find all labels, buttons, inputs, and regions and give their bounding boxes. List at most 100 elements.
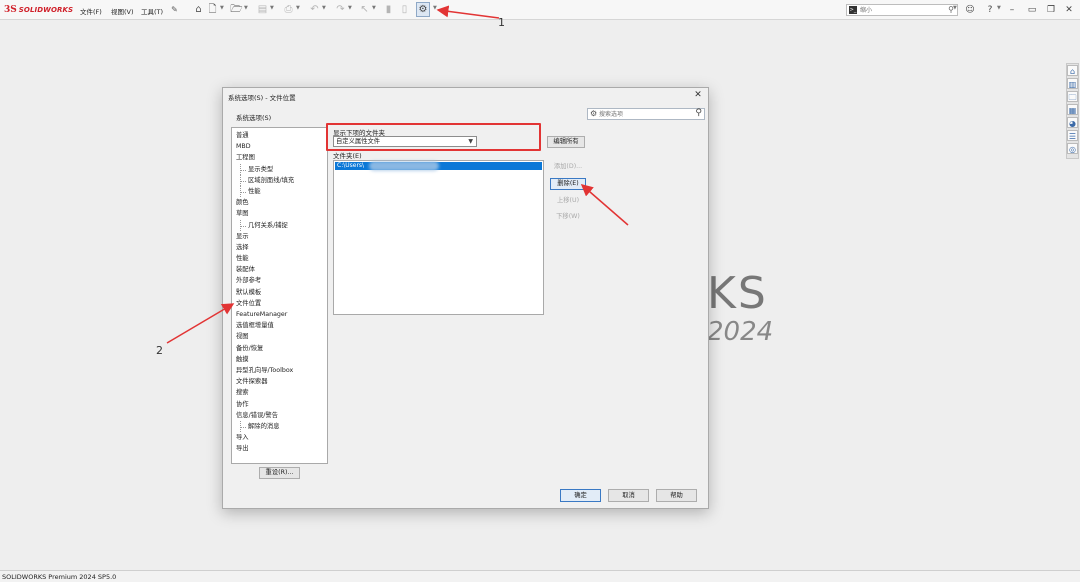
undo-icon[interactable]: ↶ [308,3,321,16]
home-icon[interactable]: ⌂ [1067,65,1078,76]
tree-item[interactable]: 视图 [236,331,327,342]
open-icon[interactable]: 🗁 [230,3,243,16]
tree-item[interactable]: 工程图 [236,152,327,163]
tree-item[interactable]: FeatureManager [236,309,327,320]
tree-item[interactable]: 普通 [236,130,327,141]
menu-file[interactable]: 文件(F) [80,6,102,16]
move-down-button[interactable]: 下移(W) [550,211,586,223]
search-input[interactable] [860,6,940,15]
tree-item[interactable]: 协作 [236,399,327,410]
dialog-title: 系统选项(S) - 文件位置 [228,94,296,102]
chevron-down-icon[interactable]: ▼ [296,5,300,11]
community-icon[interactable]: ◎ [1067,143,1078,154]
chevron-down-icon[interactable]: ▼ [997,5,1001,11]
folder-list[interactable]: C:\Users\ [333,160,544,315]
move-up-button[interactable]: 上移(U) [550,195,586,207]
folder-list-item[interactable]: C:\Users\ [335,161,542,171]
help-icon[interactable]: ? [984,4,996,16]
minimize-icon[interactable]: – [1006,4,1018,16]
chevron-down-icon[interactable]: ▼ [244,5,248,11]
tree-item[interactable]: 选值框增量值 [236,320,327,331]
rebuild-icon[interactable]: ▮ [382,3,395,16]
file-explorer-icon[interactable]: 🗀 [1067,91,1078,102]
folder-path: C:\Users\ [337,162,365,169]
tree-item[interactable]: 异型孔向导/Toolbox [236,365,327,376]
solidworks-logo[interactable]: 3S SOLIDWORKS [4,5,73,15]
main-toolbar: 3S SOLIDWORKS 文件(F) 视图(V) 工具(T) ✎ ⌂ 🗋 ▼ … [0,0,1080,20]
annotation-marker-1: 1 [498,16,505,29]
tree-item[interactable]: 显示类型 [236,163,327,175]
design-library-icon[interactable]: ▥ [1067,78,1078,89]
tree-item[interactable]: 文件位置 [236,298,327,309]
tree-item[interactable]: 备份/恢复 [236,343,327,354]
restore-icon[interactable]: ❐ [1045,4,1057,16]
tree-item[interactable]: 导出 [236,443,327,454]
tree-item[interactable]: 性能 [236,253,327,264]
tree-item[interactable]: 触摸 [236,354,327,365]
tree-item[interactable]: 显示 [236,231,327,242]
tile-windows-icon[interactable]: ▭ [1026,4,1038,16]
view-palette-icon[interactable]: ▦ [1067,104,1078,115]
gear-icon: ⚙ [590,109,598,118]
home-icon[interactable]: ⌂ [192,3,205,16]
background-logo-text: KS [707,268,768,319]
add-button[interactable]: 添加(D)... [550,161,586,173]
solidworks-brand: SOLIDWORKS [18,6,74,14]
account-icon[interactable]: ☺ [964,4,976,16]
tree-item[interactable]: 搜索 [236,387,327,398]
chevron-down-icon[interactable]: ▼ [433,5,437,11]
search-icon[interactable]: ⚲ [695,108,702,118]
tree-item[interactable]: 草图 [236,208,327,219]
new-document-icon[interactable]: 🗋 [206,3,219,16]
tree-item[interactable]: 解除的消息 [236,420,327,433]
chevron-down-icon[interactable]: ▼ [953,5,957,11]
background-year-text: 2024 [707,317,774,347]
options-button[interactable]: ⚙ [416,2,430,17]
menu-tools[interactable]: 工具(T) [141,6,163,16]
redo-icon[interactable]: ↷ [334,3,347,16]
appearances-icon[interactable]: ◕ [1067,117,1078,128]
chevron-down-icon[interactable]: ▼ [270,5,274,11]
status-text: SOLIDWORKS Premium 2024 SP5.0 [2,573,117,581]
search-options-input[interactable] [599,110,689,119]
tree-item[interactable]: 装配体 [236,264,327,275]
save-icon[interactable]: ▤ [256,3,269,16]
print-icon[interactable]: ⎙ [282,3,295,16]
annotation-marker-2: 2 [156,344,163,357]
tree-item[interactable]: 导入 [236,432,327,443]
cancel-button[interactable]: 取消 [608,489,649,502]
system-options-tab[interactable]: 系统选项(S) [236,112,271,122]
chevron-down-icon[interactable]: ▼ [348,5,352,11]
tree-item[interactable]: 默认模板 [236,287,327,298]
select-icon[interactable]: ↖ [358,3,371,16]
menu-view[interactable]: 视图(V) [111,6,134,16]
tree-item[interactable]: 文件探索器 [236,376,327,387]
custom-properties-icon[interactable]: ☰ [1067,130,1078,141]
redaction-blur [369,161,439,171]
folders-list-label: 文件夹(E) [333,152,362,160]
ds-logo-mark: 3S [4,5,17,15]
tree-item[interactable]: 性能 [236,185,327,198]
pin-icon[interactable]: ✎ [168,3,181,16]
tree-item[interactable]: 选择 [236,242,327,253]
help-button[interactable]: 帮助 [656,489,697,502]
close-icon[interactable]: ✕ [1063,4,1075,16]
tree-item[interactable]: 区域剖面线/填充 [236,174,327,187]
options-search[interactable]: ⚙ ⚲ [587,108,705,120]
edit-all-button[interactable]: 编辑所有 [547,136,585,148]
file-properties-icon[interactable]: ▯ [398,3,411,16]
reset-button[interactable]: 重设(R)... [259,467,300,479]
command-search[interactable]: >_ ⚲ [846,4,958,16]
ok-button[interactable]: 确定 [560,489,601,502]
chevron-down-icon[interactable]: ▼ [372,5,376,11]
tree-item[interactable]: MBD [236,141,327,152]
chevron-down-icon[interactable]: ▼ [322,5,326,11]
options-tree[interactable]: 普通 MBD 工程图 显示类型 区域剖面线/填充 性能 颜色 草图 几何关系/捕捉 显示 选择 性能装… [231,127,328,464]
tree-item[interactable]: 外部参考 [236,275,327,286]
chevron-down-icon[interactable]: ▼ [220,5,224,11]
delete-button[interactable]: 删除(E) [550,178,586,190]
tree-item[interactable]: 几何关系/捕捉 [236,219,327,231]
tree-item[interactable]: 信息/错误/警告 [236,410,327,421]
close-icon[interactable]: ✕ [693,90,703,100]
tree-item[interactable]: 颜色 [236,197,327,208]
